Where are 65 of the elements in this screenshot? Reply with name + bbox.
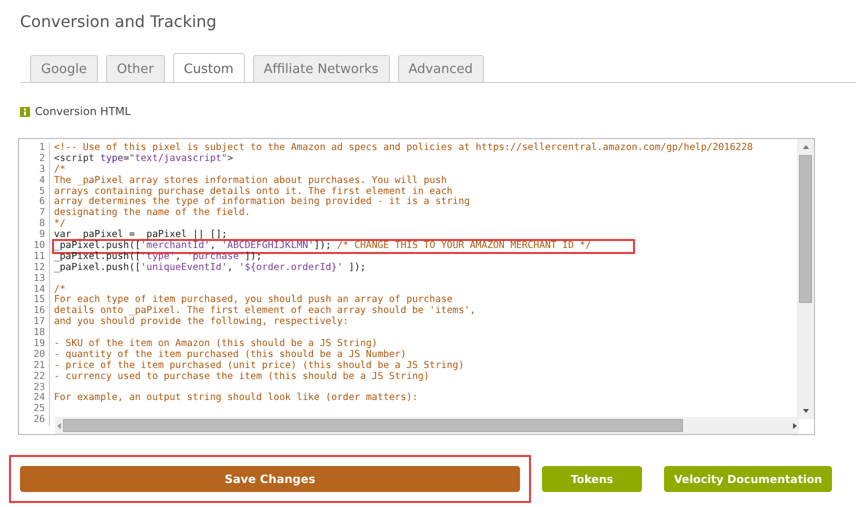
line-number: 16	[19, 306, 50, 318]
line-number: 22	[19, 372, 50, 383]
line-number: 5	[19, 186, 50, 198]
line-number: 1	[19, 143, 50, 154]
code-line: designating the name of the field.	[54, 208, 250, 218]
line-number: 20	[19, 350, 50, 361]
line-number: 17	[19, 317, 50, 328]
line-number: 21	[19, 360, 50, 372]
code-line: - currency used to purchase the item (this should be a JS String)	[54, 372, 430, 383]
code-line: <!-- Use of this pixel is subject to the Amazon ad specs and policies at https://sellercentral.amazon.com/gp/help/2016228	[54, 143, 753, 154]
scroll-down-icon[interactable]	[802, 407, 810, 415]
tab[interactable]: Affiliate Networks	[252, 55, 390, 82]
line-number: 25	[19, 404, 50, 416]
vertical-scrollbar[interactable]	[797, 139, 814, 419]
line-number: 14	[19, 284, 50, 296]
line-number: 2	[19, 154, 50, 165]
code-line: - quantity of the item purchased (this should be a JS Number)	[54, 350, 406, 360]
info-icon	[20, 106, 30, 116]
code-editor[interactable]	[18, 138, 815, 435]
code-line: /*	[54, 284, 66, 295]
code-line: - SKU of the item on Amazon (this should be a JS String)	[54, 339, 378, 350]
code-line: For example, an output string should look like (order matters):	[54, 393, 418, 404]
line-number: 10	[19, 241, 50, 252]
section-label: Conversion HTML	[35, 105, 131, 118]
code-line: /*	[54, 164, 66, 176]
line-number: 4	[19, 176, 50, 187]
line-number: 18	[19, 328, 50, 340]
code-line: var _paPixel = _paPixel || [];	[54, 230, 228, 240]
code-line: The _paPixel array stores information about purchases. You will push	[54, 176, 447, 186]
code-line: <script type="text/javascript">	[54, 154, 234, 164]
tab[interactable]: Google	[30, 55, 98, 82]
button[interactable]: Velocity Documentation	[664, 466, 832, 492]
line-number: 11	[19, 252, 50, 263]
line-number: 7	[19, 208, 50, 220]
line-number: 12	[19, 262, 50, 274]
line-number: 13	[19, 274, 50, 285]
code-line: _paPixel.push(['uniqueEventId', '${order.orderId}' ]);	[54, 262, 366, 274]
line-number: 23	[19, 382, 50, 394]
tab[interactable]: Custom	[172, 53, 245, 82]
line-number: 19	[19, 339, 50, 350]
button[interactable]: Save Changes	[20, 466, 520, 492]
code-line: _paPixel.push(['type', 'purchase']);	[54, 252, 262, 262]
tab[interactable]: Other	[106, 55, 165, 82]
code-line: and you should provide the following, respectively:	[54, 317, 349, 328]
button[interactable]: Tokens	[542, 466, 642, 492]
line-number: 15	[19, 295, 50, 306]
code-line: arrays containing purchase details onto it. The first element in each	[54, 186, 453, 197]
line-number: 6	[19, 197, 50, 208]
code-line: details onto _paPixel. The first element of each array should be 'items',	[54, 306, 476, 316]
line-number: 26	[19, 415, 50, 426]
line-number: 9	[19, 230, 50, 242]
code-line: */	[54, 219, 66, 230]
page-title: Conversion and Tracking	[20, 12, 218, 33]
tab[interactable]: Advanced	[398, 55, 484, 82]
code-line: For each type of item purchased, you should push an array of purchase	[54, 295, 453, 306]
line-number: 24	[19, 393, 50, 404]
scroll-up-icon[interactable]	[802, 143, 810, 151]
code-line: _paPixel.push(['merchantId', 'ABCDEFGHIJKLMN']); /* CHANGE THIS TO YOUR AMAZON MERCHANT ID */	[54, 241, 592, 252]
line-number: 3	[19, 164, 50, 176]
scroll-left-icon[interactable]	[55, 422, 63, 430]
code-line: - price of the item purchased (unit price) (this should be a JS String)	[54, 360, 464, 372]
scroll-right-icon[interactable]	[791, 422, 799, 430]
code-line: array determines the type of information being provided - it is a string	[54, 197, 470, 208]
line-number: 8	[19, 219, 50, 230]
horizontal-scrollbar[interactable]	[55, 417, 799, 434]
